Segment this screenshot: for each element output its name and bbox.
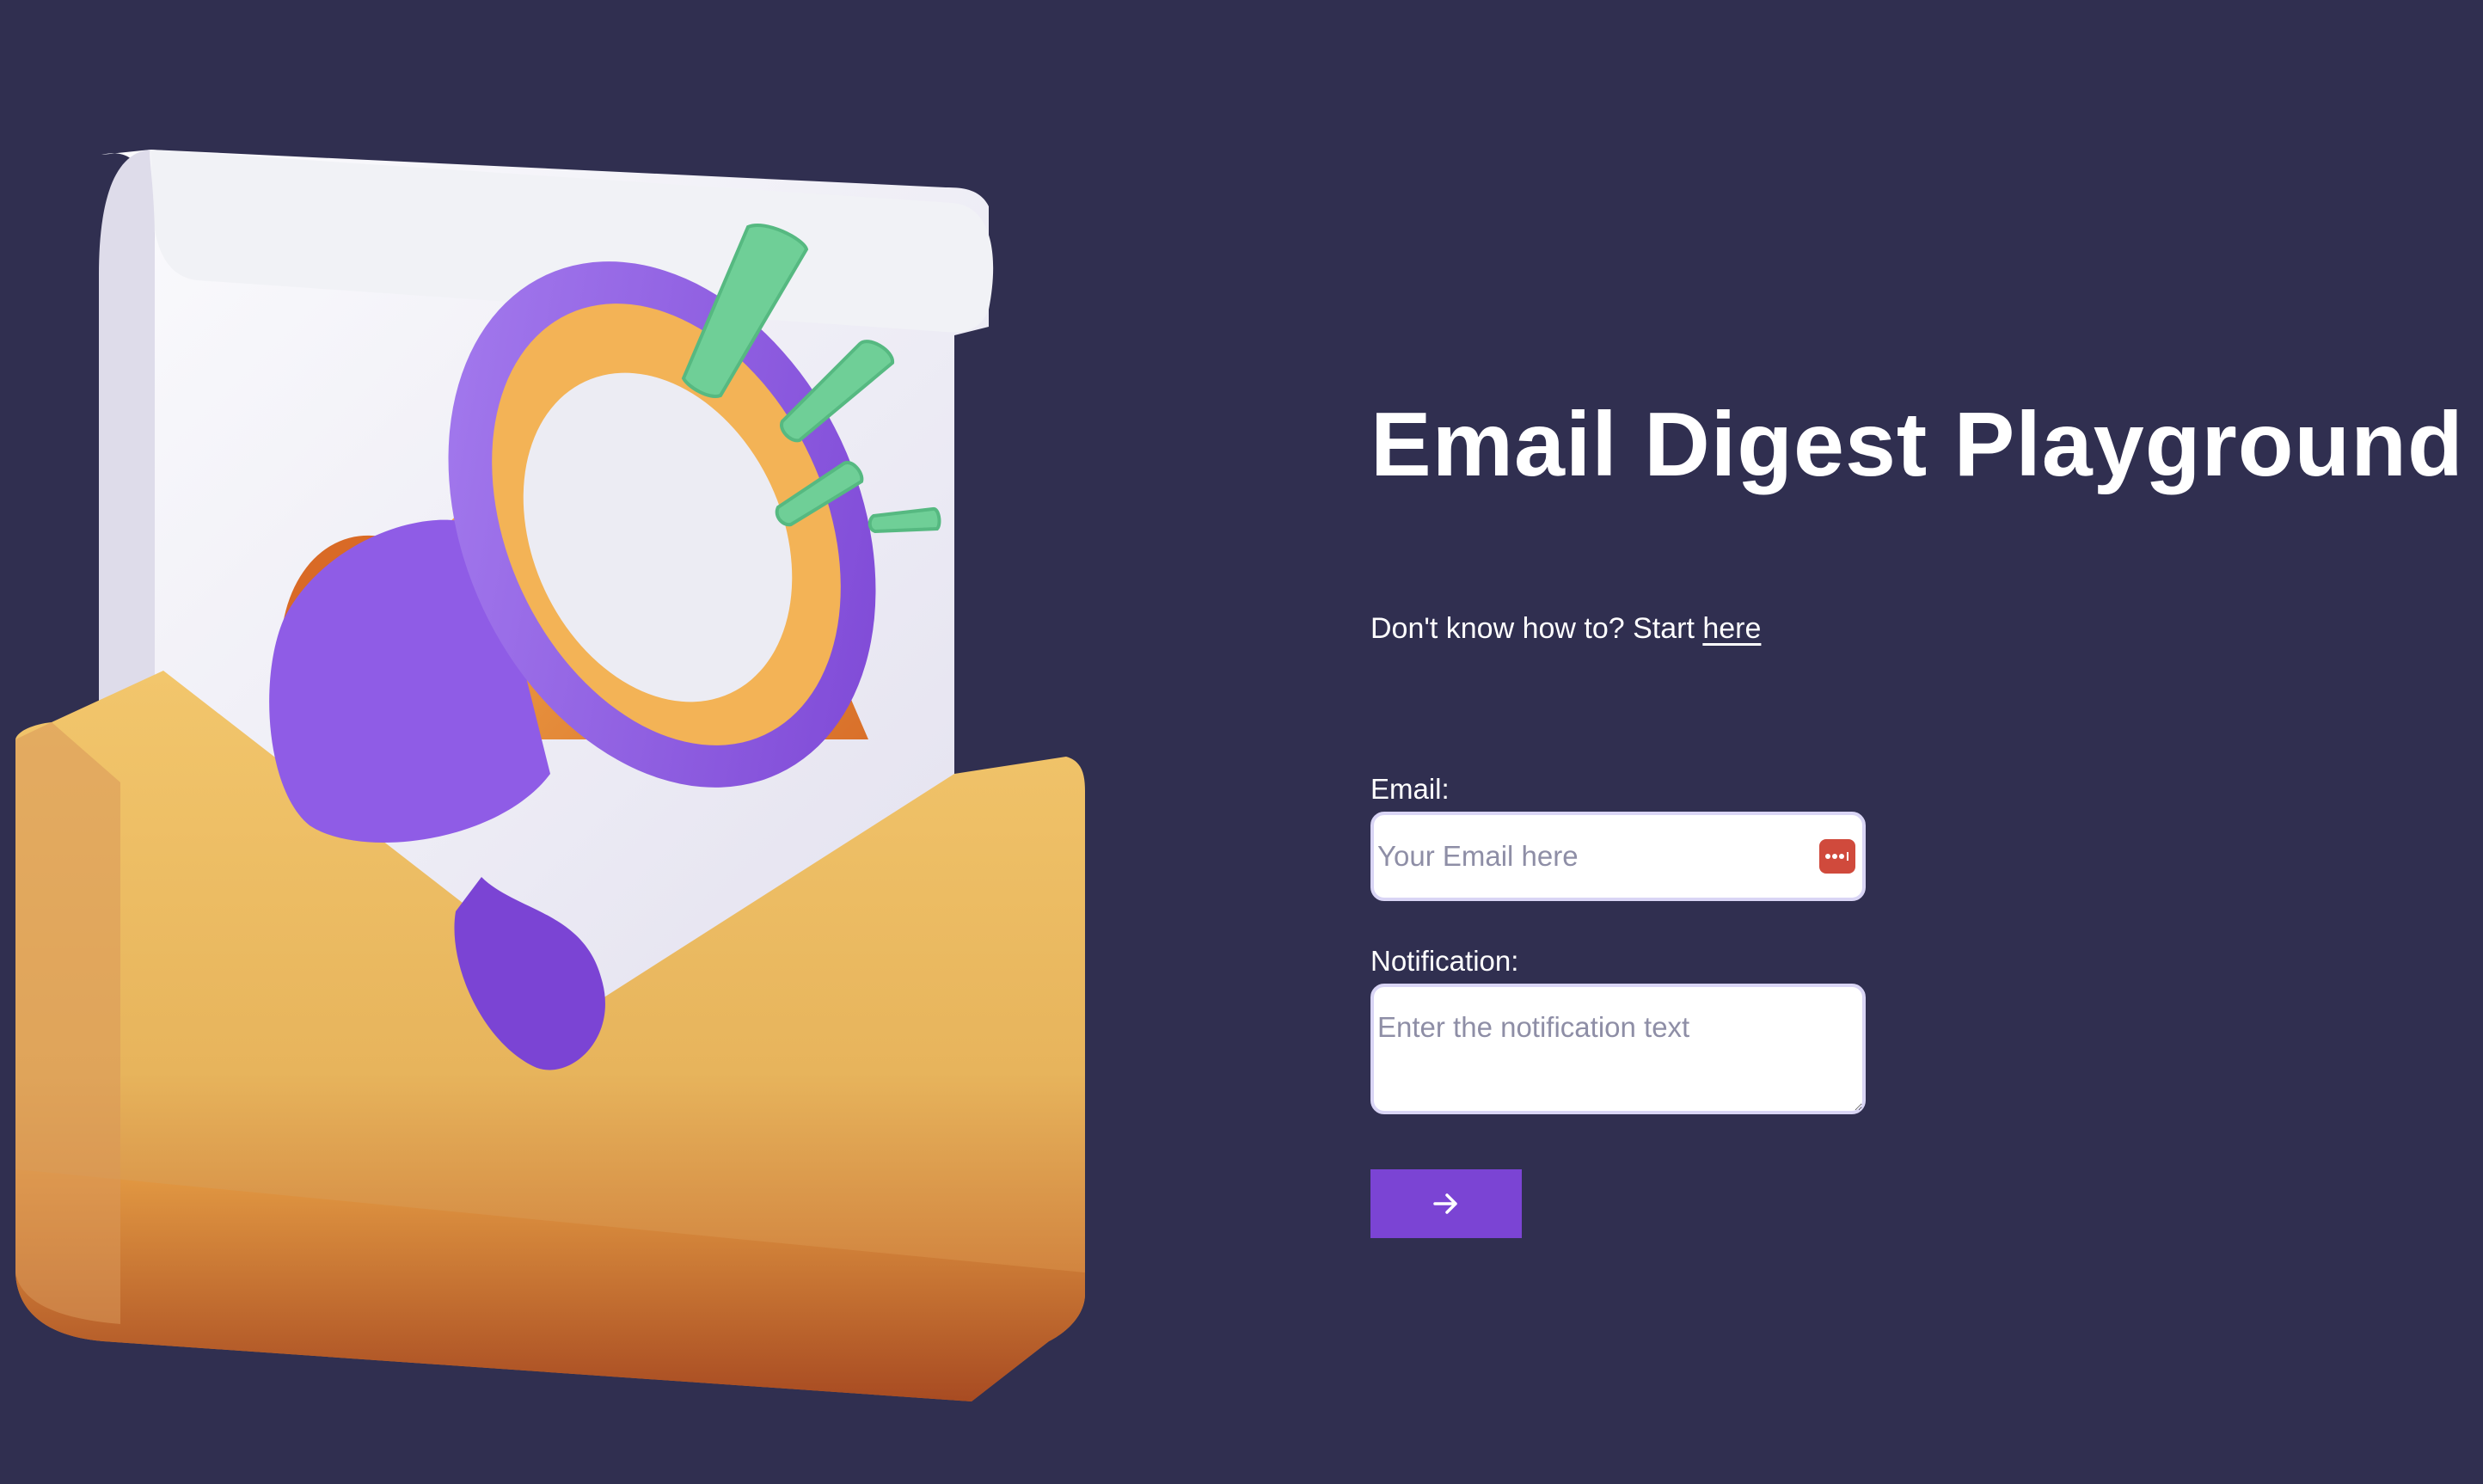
help-text: Don't know how to? Start here — [1370, 607, 1761, 650]
page-title: Email Digest Playground — [1370, 394, 2464, 495]
content-panel: Email Digest Playground Don't know how t… — [1370, 0, 2483, 1484]
arrow-right-icon — [1433, 1193, 1457, 1214]
envelope-megaphone-illustration — [15, 150, 1085, 1401]
notification-label: Notification: — [1370, 945, 1519, 977]
help-prompt: Don't know how to? Start — [1370, 612, 1703, 645]
password-manager-icon[interactable] — [1819, 839, 1855, 874]
email-input[interactable] — [1374, 815, 1862, 898]
email-field-container — [1370, 812, 1866, 901]
submit-button[interactable] — [1370, 1169, 1522, 1238]
start-here-link[interactable]: here — [1702, 612, 1761, 645]
notification-textarea[interactable] — [1370, 984, 1866, 1114]
email-label: Email: — [1370, 773, 1450, 805]
